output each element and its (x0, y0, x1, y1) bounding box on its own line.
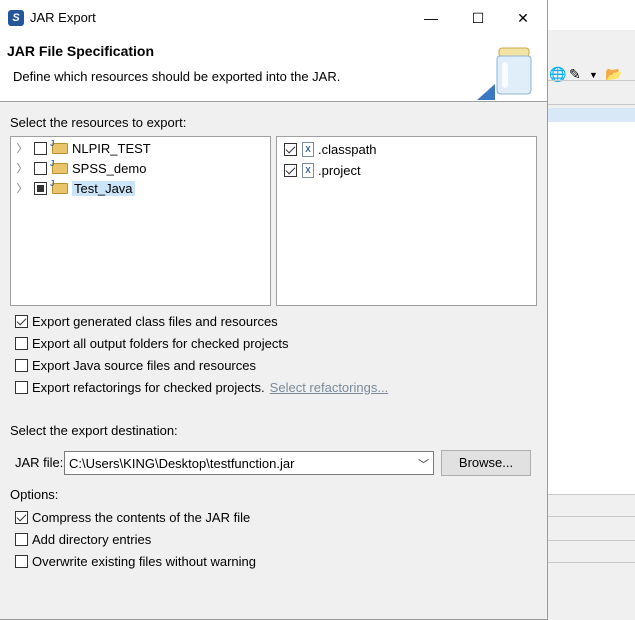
option-directory-entries[interactable]: Add directory entries (15, 530, 151, 548)
file-item-label: .project (318, 162, 361, 178)
file-item-label: .classpath (318, 141, 377, 157)
tree-item-nlpir-test[interactable]: 〉 J NLPIR_TEST (15, 138, 151, 158)
option-export-refactorings[interactable]: Export refactorings for checked projects… (15, 378, 388, 396)
option-label: Export refactorings for checked projects… (32, 379, 265, 395)
wizard-banner: JAR File Specification Define which reso… (0, 36, 547, 102)
checkbox-overwrite[interactable] (15, 554, 28, 568)
option-label: Export all output folders for checked pr… (32, 335, 289, 351)
browse-button[interactable]: Browse... (441, 450, 531, 476)
java-project-icon: J (50, 179, 68, 195)
option-compress[interactable]: Compress the contents of the JAR file (15, 508, 250, 526)
background-ide-window: 🌐 ✎ ▼ 📂 (547, 0, 635, 620)
banner-description: Define which resources should be exporte… (13, 69, 341, 84)
checkbox-export-class-files[interactable] (15, 314, 28, 328)
file-list[interactable]: X .classpath X .project (276, 136, 537, 306)
option-label: Add directory entries (32, 531, 152, 547)
tree-item-label: Test_Java (72, 180, 135, 196)
tree-item-test-java[interactable]: 〉 J Test_Java (15, 178, 135, 198)
option-label: Export Java source files and resources (32, 357, 256, 373)
destination-label: Select the export destination: (10, 423, 178, 438)
option-label: Overwrite existing files without warning (32, 553, 256, 569)
checkbox-directory-entries[interactable] (15, 532, 28, 546)
java-project-icon: J (50, 139, 68, 155)
maximize-button[interactable]: ☐ (455, 0, 501, 36)
file-item-project[interactable]: X .project (279, 160, 361, 180)
jar-icon (477, 47, 532, 100)
jar-file-label: JAR file: (15, 455, 64, 470)
tree-item-label: SPSS_demo (72, 160, 147, 176)
jar-file-input[interactable]: C:\Users\KING\Desktop\testfunction.jar (69, 456, 294, 471)
options-label: Options: (10, 487, 59, 502)
checkbox-spss-demo[interactable] (34, 161, 47, 175)
select-refactorings-link[interactable]: Select refactorings... (270, 380, 389, 395)
option-export-java-source[interactable]: Export Java source files and resources (15, 356, 256, 374)
chevron-down-icon[interactable]: ﹀ (418, 456, 429, 472)
project-tree[interactable]: 〉 J NLPIR_TEST 〉 J SPSS_demo 〉 J Test_Ja… (10, 136, 271, 306)
chevron-right-icon[interactable]: 〉 (15, 160, 29, 176)
chevron-right-icon[interactable]: 〉 (15, 180, 29, 196)
jar-file-combobox[interactable]: C:\Users\KING\Desktop\testfunction.jar ﹀ (64, 451, 434, 475)
minimize-button[interactable]: — (408, 0, 454, 36)
xml-file-icon: X (302, 141, 314, 157)
option-export-output-folders[interactable]: Export all output folders for checked pr… (15, 334, 289, 352)
checkbox-nlpir-test[interactable] (34, 141, 47, 155)
banner-title: JAR File Specification (7, 43, 155, 59)
chevron-right-icon[interactable]: 〉 (15, 140, 29, 156)
jar-export-dialog: S JAR Export — ☐ ✕ JAR File Specificatio… (0, 0, 548, 620)
checkbox-test-java[interactable] (34, 181, 47, 195)
option-label: Export generated class files and resourc… (32, 313, 278, 329)
java-project-icon: J (50, 159, 68, 175)
title-bar: S JAR Export — ☐ ✕ (0, 0, 547, 36)
resources-label: Select the resources to export: (10, 115, 187, 130)
checkbox-project[interactable] (284, 163, 297, 177)
background-toolbar: 🌐 ✎ ▼ 📂 (547, 30, 635, 82)
option-overwrite[interactable]: Overwrite existing files without warning (15, 552, 256, 570)
checkbox-classpath[interactable] (284, 142, 297, 156)
option-export-class-files[interactable]: Export generated class files and resourc… (15, 312, 278, 330)
file-item-classpath[interactable]: X .classpath (279, 139, 377, 159)
checkbox-export-java-source[interactable] (15, 358, 28, 372)
window-title: JAR Export (30, 10, 96, 25)
checkbox-export-refactorings[interactable] (15, 380, 28, 394)
close-button[interactable]: ✕ (500, 0, 546, 36)
checkbox-compress[interactable] (15, 510, 28, 524)
eclipse-app-icon: S (8, 10, 24, 26)
checkbox-export-output-folders[interactable] (15, 336, 28, 350)
tree-item-spss-demo[interactable]: 〉 J SPSS_demo (15, 158, 147, 178)
dropdown-arrow-icon[interactable]: ▼ (589, 70, 598, 80)
option-label: Compress the contents of the JAR file (32, 509, 251, 525)
tree-item-label: NLPIR_TEST (72, 140, 151, 156)
xml-file-icon: X (302, 162, 314, 178)
